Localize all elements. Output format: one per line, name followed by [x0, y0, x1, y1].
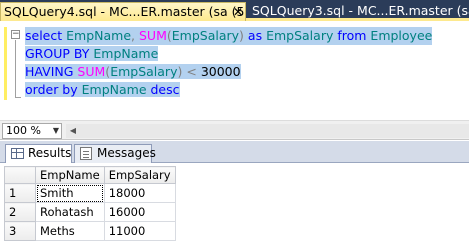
results-grid-area: EmpName EmpSalary 1 Smith 18000 2 Rohata… — [0, 163, 469, 243]
zoom-value: 100 % — [6, 124, 41, 137]
grid-cell[interactable]: 16000 — [103, 202, 176, 222]
horizontal-scrollbar[interactable]: ◀ — [66, 124, 469, 138]
sql-code[interactable]: select EmpName, SUM(EmpSalary) as EmpSal… — [25, 27, 433, 99]
chevron-down-icon[interactable]: ▼ — [53, 124, 59, 138]
code-line-1: select EmpName, SUM(EmpSalary) as EmpSal… — [25, 27, 433, 45]
table-row[interactable]: 2 Rohatash 16000 — [4, 202, 176, 222]
messages-icon — [80, 147, 92, 160]
table-row[interactable]: 3 Meths 11000 — [4, 221, 176, 241]
row-number-header[interactable] — [4, 166, 36, 184]
tab-title: SQLQuery4.sql - MC...ER.master (sa (57))… — [4, 4, 246, 19]
outline-guide — [15, 40, 16, 98]
row-number[interactable]: 3 — [4, 221, 36, 241]
row-number[interactable]: 2 — [4, 202, 36, 222]
collapse-icon[interactable]: − — [11, 30, 20, 39]
code-line-2: GROUP BY EmpName — [25, 46, 159, 61]
tab-results[interactable]: Results — [5, 144, 72, 163]
change-indicator-bar — [4, 27, 7, 100]
column-header-empsalary[interactable]: EmpSalary — [103, 166, 176, 184]
scroll-left-icon[interactable]: ◀ — [66, 124, 80, 138]
document-tab-strip: SQLQuery4.sql - MC...ER.master (sa (57))… — [0, 0, 469, 21]
results-grid[interactable]: EmpName EmpSalary 1 Smith 18000 2 Rohata… — [4, 166, 176, 241]
grid-cell[interactable]: Rohatash — [35, 202, 105, 222]
tab-title: SQLQuery3.sql - MC...ER.master (sa (56))… — [252, 3, 469, 18]
grid-cell[interactable]: 18000 — [103, 183, 176, 203]
tab-sqlquery3[interactable]: SQLQuery3.sql - MC...ER.master (sa (56))… — [249, 2, 469, 21]
results-tab-strip: Results Messages — [0, 141, 469, 163]
row-number[interactable]: 1 — [4, 183, 36, 203]
code-line-3: HAVING SUM(EmpSalary) < 30000 — [25, 64, 241, 79]
close-icon[interactable]: ✕ — [232, 6, 244, 18]
grid-cell[interactable]: Smith — [35, 183, 105, 203]
grid-header-row: EmpName EmpSalary — [4, 166, 176, 184]
table-row[interactable]: 1 Smith 18000 — [4, 183, 176, 203]
outline-guide-end — [15, 97, 21, 98]
grid-cell[interactable]: Meths — [35, 221, 105, 241]
code-line-4: order by EmpName desc — [25, 82, 180, 97]
tab-results-label: Results — [28, 146, 72, 160]
column-header-empname[interactable]: EmpName — [35, 166, 105, 184]
tab-messages-label: Messages — [97, 146, 156, 160]
zoom-dropdown[interactable]: 100 % ▼ — [2, 123, 62, 139]
grid-icon — [11, 148, 24, 159]
editor-status-row: 100 % ▼ ◀ — [0, 120, 469, 140]
tab-messages[interactable]: Messages — [74, 144, 156, 163]
grid-cell[interactable]: 11000 — [103, 221, 176, 241]
query-editor[interactable]: − select EmpName, SUM(EmpSalary) as EmpS… — [0, 24, 469, 120]
tab-sqlquery4[interactable]: SQLQuery4.sql - MC...ER.master (sa (57))… — [0, 2, 246, 21]
